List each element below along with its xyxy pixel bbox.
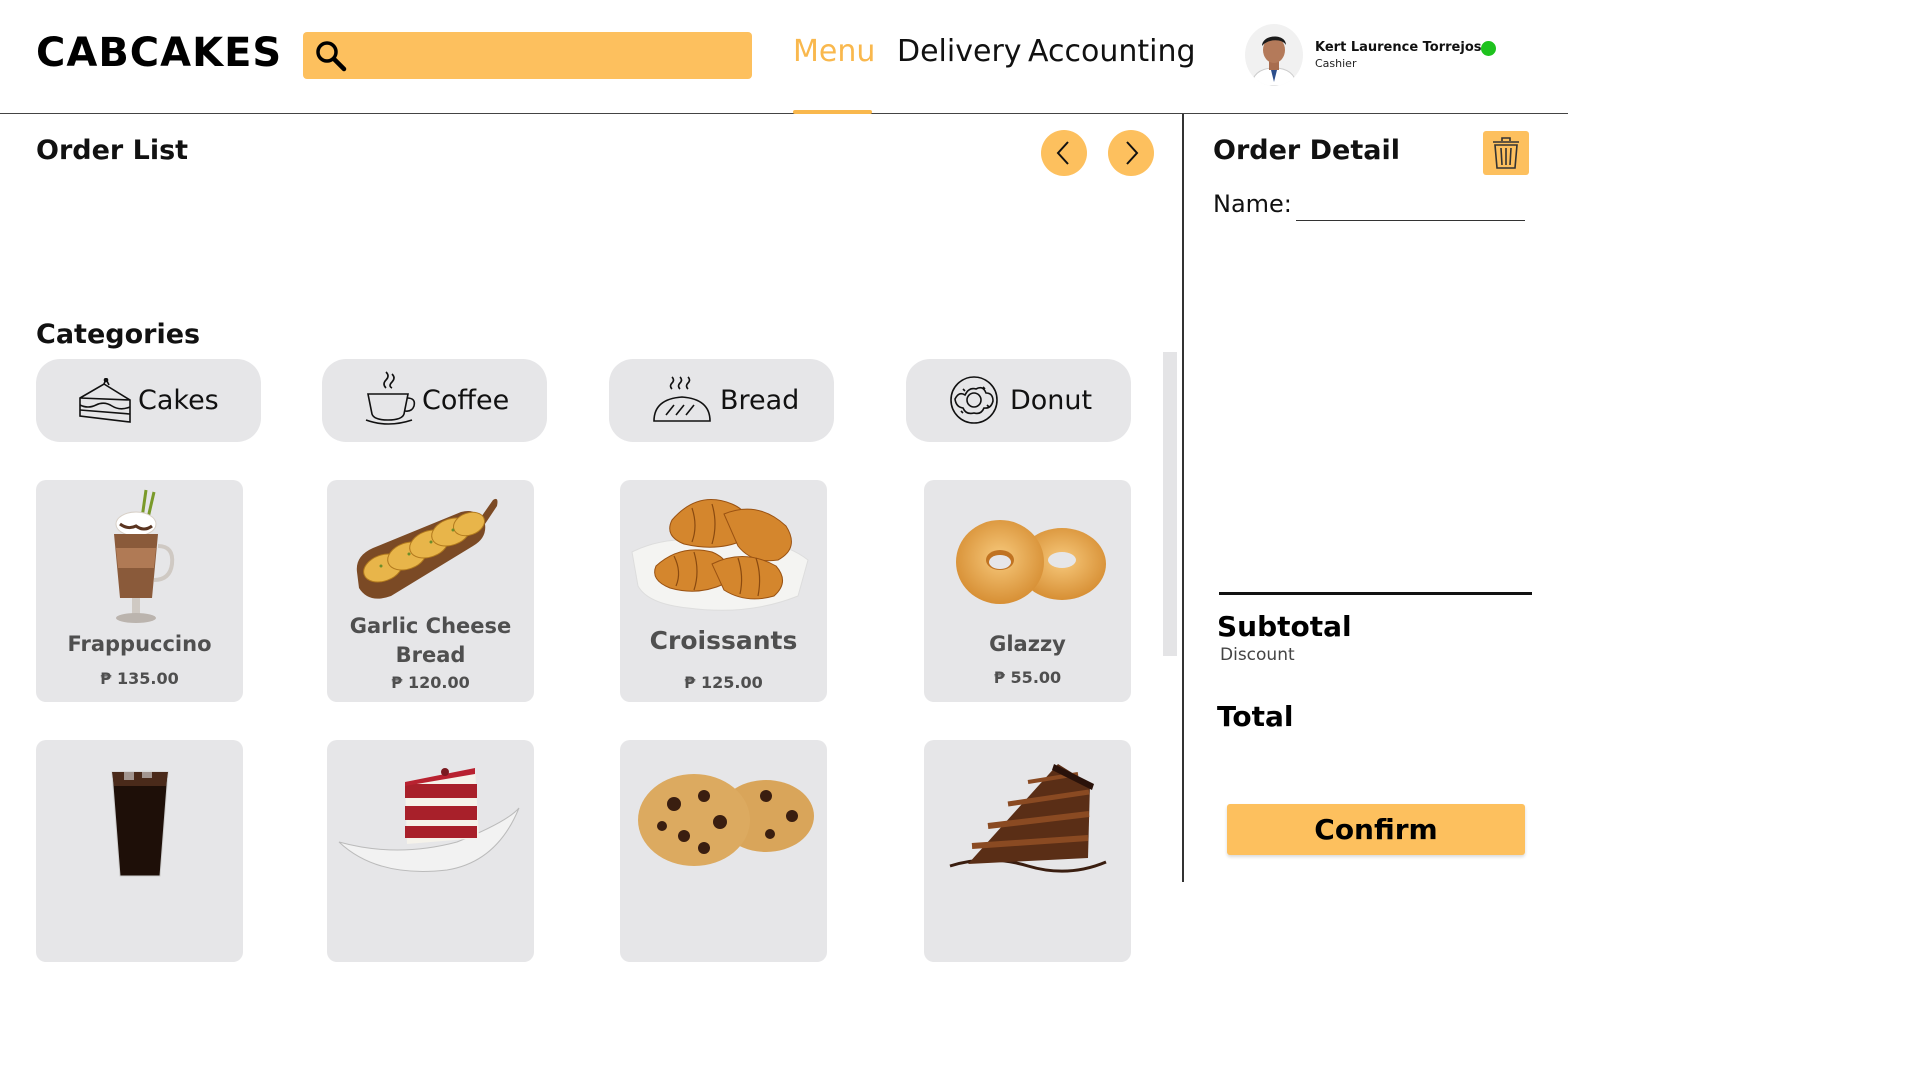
category-label: Coffee <box>422 385 510 416</box>
discount-label: Discount <box>1220 645 1295 665</box>
user-name: Kert Laurence Torrejos <box>1315 40 1482 55</box>
trash-icon <box>1493 137 1519 169</box>
product-scrollbar[interactable] <box>1163 352 1177 656</box>
top-header: CABCAKES Menu Delivery Accounting Kert L… <box>0 0 1568 114</box>
product-card-chocolate-cake[interactable] <box>924 740 1131 962</box>
chevron-right-icon <box>1126 141 1139 165</box>
confirm-button[interactable]: Confirm <box>1227 804 1525 855</box>
nav-menu[interactable]: Menu <box>793 34 875 69</box>
prev-button[interactable] <box>1041 130 1087 176</box>
chocolate-chip-cookies-image <box>638 774 814 866</box>
user-role: Cashier <box>1315 57 1357 70</box>
chocolate-cake-image <box>949 764 1107 873</box>
nav-delivery[interactable]: Delivery <box>897 34 1022 69</box>
bread-icon <box>653 376 711 422</box>
customer-name-label: Name: <box>1213 190 1292 218</box>
category-bread-button[interactable]: Bread <box>609 359 834 442</box>
pane-divider <box>1182 114 1184 882</box>
next-button[interactable] <box>1108 130 1154 176</box>
search-icon[interactable] <box>314 39 348 73</box>
garlic-bread-image <box>356 498 498 599</box>
product-name: Glazzy <box>989 632 1066 656</box>
product-price: ₱ 135.00 <box>100 669 179 688</box>
category-coffee-button[interactable]: Coffee <box>322 359 547 442</box>
croissant-image <box>631 499 809 611</box>
category-label: Bread <box>720 385 800 416</box>
category-donut-button[interactable]: Donut <box>906 359 1131 442</box>
nav-accounting[interactable]: Accounting <box>1028 34 1196 69</box>
product-price: ₱ 120.00 <box>391 673 470 692</box>
glazed-donut-image <box>956 520 1106 604</box>
product-card-croissants[interactable]: Croissants ₱ 125.00 <box>620 480 827 702</box>
product-name: Croissants <box>649 626 798 655</box>
online-status-indicator <box>1481 41 1496 56</box>
product-name: Frappuccino <box>67 632 212 656</box>
order-list-title: Order List <box>36 135 189 166</box>
category-cakes-button[interactable]: Cakes <box>36 359 261 442</box>
product-name: Garlic Cheese Bread <box>349 614 512 667</box>
category-label: Cakes <box>138 385 219 416</box>
search-bar[interactable] <box>303 32 752 79</box>
red-velvet-cake-image <box>338 768 520 872</box>
summary-divider <box>1219 592 1532 595</box>
avatar[interactable] <box>1245 24 1303 86</box>
product-card-frappuccino[interactable]: Frappuccino ₱ 135.00 <box>36 480 243 702</box>
product-price: ₱ 125.00 <box>684 673 763 692</box>
product-price: ₱ 55.00 <box>993 668 1062 687</box>
donut-icon <box>950 376 998 424</box>
categories-title: Categories <box>36 319 201 350</box>
iced-coffee-image <box>111 770 169 877</box>
order-detail-title: Order Detail <box>1213 135 1400 166</box>
product-card-glazzy[interactable]: Glazzy ₱ 55.00 <box>924 480 1131 702</box>
product-card-garlic-cheese-bread[interactable]: Garlic Cheese Bread ₱ 120.00 <box>327 480 534 702</box>
nav-active-indicator <box>793 110 872 114</box>
product-card-red-velvet-cake[interactable] <box>327 740 534 962</box>
subtotal-label: Subtotal <box>1217 610 1352 643</box>
total-label: Total <box>1217 700 1294 733</box>
frappuccino-image <box>114 489 175 623</box>
coffee-cup-icon <box>365 371 416 425</box>
clear-order-button[interactable] <box>1483 131 1529 175</box>
chevron-left-icon <box>1056 141 1069 165</box>
category-label: Donut <box>1010 385 1093 416</box>
product-card-iced-coffee[interactable] <box>36 740 243 962</box>
brand-logo[interactable]: CABCAKES <box>36 30 282 76</box>
customer-name-field[interactable] <box>1296 196 1525 221</box>
product-card-chocolate-chip-cookies[interactable] <box>620 740 827 962</box>
cake-icon <box>79 378 131 423</box>
